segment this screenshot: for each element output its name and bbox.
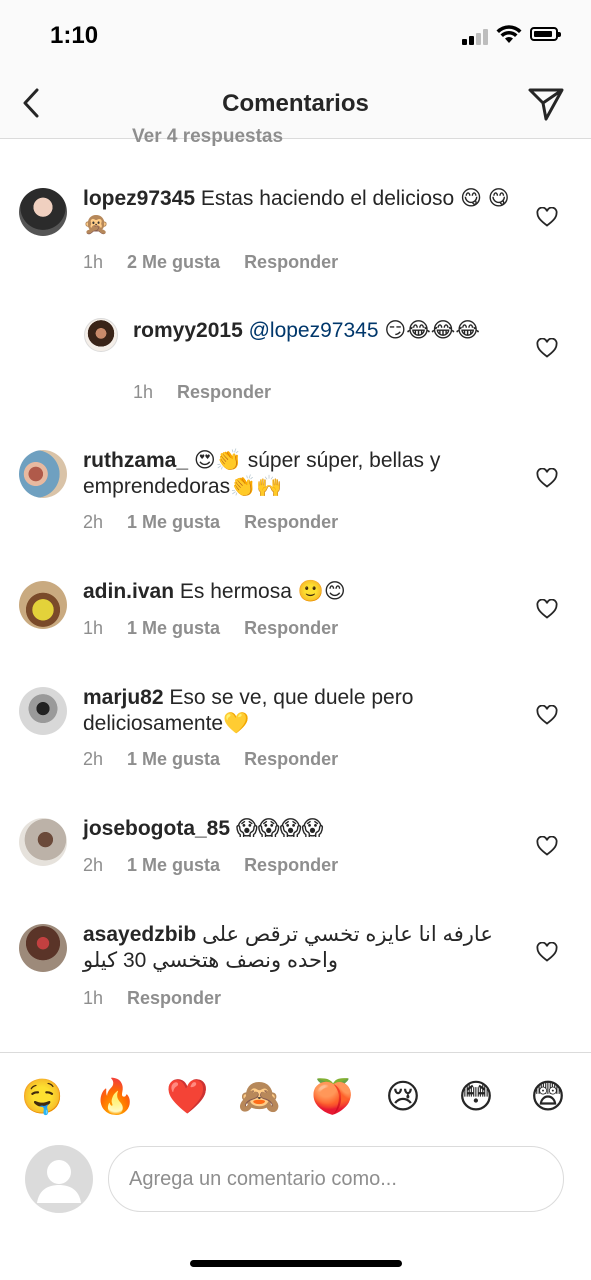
comment-time: 2h <box>83 855 104 875</box>
emoji-flushed-button[interactable]: 😳 <box>456 1077 496 1117</box>
heart-icon[interactable] <box>536 705 558 725</box>
comment-text: marju82 Eso se ve, que duele pero delici… <box>83 685 513 737</box>
current-user-avatar <box>25 1145 93 1213</box>
comment-meta: 1h Responder <box>133 382 271 403</box>
likes-count[interactable]: 1 Me gusta <box>127 618 220 638</box>
mention-link[interactable]: @lopez97345 <box>243 319 379 342</box>
comment-username[interactable]: lopez97345 <box>83 187 195 210</box>
reply-button[interactable]: Responder <box>244 252 338 272</box>
comment-username[interactable]: asayedzbib <box>83 923 196 946</box>
user-silhouette-icon <box>37 1160 81 1203</box>
comment-meta: 1h 1 Me gusta Responder <box>83 618 338 639</box>
emoji-crying-button[interactable]: 😢 <box>383 1077 423 1117</box>
reply-button[interactable]: Responder <box>244 512 338 532</box>
heart-icon[interactable] <box>536 207 558 227</box>
likes-count[interactable]: 2 Me gusta <box>127 252 220 272</box>
emoji-see-no-evil-button[interactable]: 🙈 <box>238 1077 280 1117</box>
comment-meta: 2h 1 Me gusta Responder <box>83 749 338 770</box>
avatar[interactable] <box>19 687 67 735</box>
emoji-fearful-button[interactable]: 😨 <box>528 1077 568 1117</box>
comment-username[interactable]: ruthzama_ <box>83 449 188 472</box>
page-title: Comentarios <box>222 90 369 117</box>
comment-meta: 2h 1 Me gusta Responder <box>83 855 338 876</box>
heart-icon[interactable] <box>536 468 558 488</box>
likes-count[interactable]: 1 Me gusta <box>127 855 220 875</box>
emoji-heart-button[interactable]: ❤️ <box>166 1077 208 1117</box>
comment-time: 2h <box>83 749 104 769</box>
comment-body: Es hermosa 🙂😊 <box>174 580 346 603</box>
signal-icon <box>462 28 490 45</box>
comment-time: 1h <box>83 618 104 638</box>
status-bar: 1:10 <box>0 0 591 70</box>
comment-time: 1h <box>133 382 154 402</box>
heart-icon[interactable] <box>536 338 558 358</box>
status-time: 1:10 <box>50 22 99 49</box>
reply-button[interactable]: Responder <box>127 988 221 1008</box>
comment-body: 😏😂😂😂 <box>378 319 480 342</box>
comment-meta: 2h 1 Me gusta Responder <box>83 512 338 533</box>
avatar[interactable] <box>19 450 67 498</box>
view-replies-link[interactable]: Ver 4 respuestas <box>84 128 384 150</box>
comment-time: 2h <box>83 512 104 532</box>
send-icon[interactable] <box>526 84 566 124</box>
comment-text: romyy2015 @lopez97345 😏😂😂😂 <box>133 318 513 344</box>
emoji-drooling-button[interactable]: 🤤 <box>21 1077 63 1117</box>
comment-username[interactable]: romyy2015 <box>133 319 243 342</box>
emoji-peach-button[interactable]: 🍑 <box>311 1077 353 1117</box>
reply-button[interactable]: Responder <box>244 749 338 769</box>
comment-text: ruthzama_ 😍👏 súper súper, bellas y empre… <box>83 448 513 500</box>
comment-input[interactable] <box>108 1146 564 1212</box>
avatar[interactable] <box>19 818 67 866</box>
battery-icon <box>530 27 561 41</box>
comment-time: 1h <box>83 252 104 272</box>
avatar[interactable] <box>19 188 67 236</box>
comment-username[interactable]: marju82 <box>83 686 164 709</box>
wifi-icon <box>496 25 522 43</box>
avatar[interactable] <box>19 924 67 972</box>
comment-text: adin.ivan Es hermosa 🙂😊 <box>83 579 513 605</box>
comment-text: lopez97345 Estas haciendo el delicioso 😋… <box>83 186 513 238</box>
reply-button[interactable]: Responder <box>244 855 338 875</box>
likes-count[interactable]: 1 Me gusta <box>127 512 220 532</box>
comment-body: 😱😱😱😱 <box>230 817 324 840</box>
heart-icon[interactable] <box>536 836 558 856</box>
avatar[interactable] <box>19 581 67 629</box>
avatar[interactable] <box>84 318 118 352</box>
heart-icon[interactable] <box>536 942 558 962</box>
comment-time: 1h <box>83 988 104 1008</box>
likes-count[interactable]: 1 Me gusta <box>127 749 220 769</box>
comment-text: josebogota_85 😱😱😱😱 <box>83 816 513 842</box>
reply-button[interactable]: Responder <box>244 618 338 638</box>
heart-icon[interactable] <box>536 599 558 619</box>
comment-username[interactable]: josebogota_85 <box>83 817 230 840</box>
comment-meta: 1h 2 Me gusta Responder <box>83 252 338 273</box>
comment-username[interactable]: adin.ivan <box>83 580 174 603</box>
emoji-fire-button[interactable]: 🔥 <box>94 1077 136 1117</box>
reply-button[interactable]: Responder <box>177 382 271 402</box>
comment-meta: 1h Responder <box>83 988 221 1009</box>
comment-text: asayedzbib عارفه انا عايزه تخسي ترقص على… <box>83 922 513 974</box>
emoji-bar: 🤤 🔥 ❤️ 🙈 🍑 😢 😳 😨 <box>0 1052 591 1143</box>
home-indicator <box>190 1260 402 1267</box>
